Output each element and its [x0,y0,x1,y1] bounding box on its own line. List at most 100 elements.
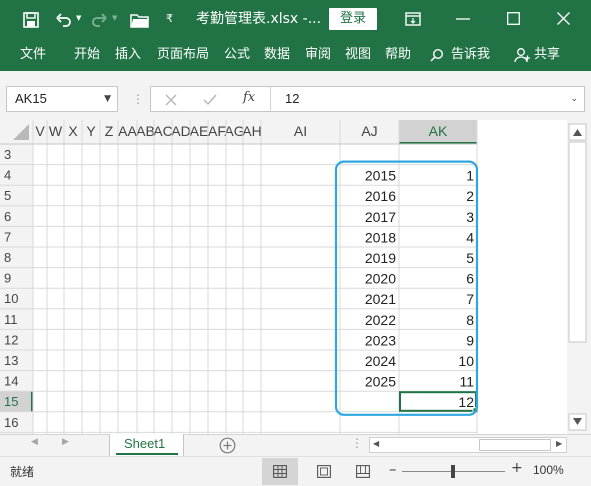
cell-ak6[interactable]: 3 [466,209,474,225]
row-header-16[interactable]: 16 [4,415,18,430]
tab-insert[interactable]: 插入 [115,39,141,71]
row-header-3[interactable]: 3 [4,147,11,162]
ribbon-display-options-icon[interactable] [405,12,421,26]
scroll-sheets-right-icon[interactable]: ▶ [62,437,69,447]
name-box[interactable]: AK15 ▼ [6,86,118,112]
login-button[interactable]: 登录 [329,8,377,30]
column-header-z[interactable]: Z [105,123,114,139]
share-user-icon[interactable] [514,47,530,63]
minimize-icon[interactable] [456,18,470,20]
tab-home[interactable]: 开始 [74,39,100,71]
cell-aj6[interactable]: 2017 [365,209,396,225]
tell-me-box[interactable]: 告诉我 [451,39,490,71]
column-header-ad[interactable]: AD [171,123,190,139]
row-header-9[interactable]: 9 [4,271,11,286]
cancel-entry-icon[interactable] [165,94,177,106]
row-header-6[interactable]: 6 [4,209,11,224]
sheet-tab-sheet1[interactable]: Sheet1 [109,434,184,456]
tab-formulas[interactable]: 公式 [224,39,250,71]
tab-help[interactable]: 帮助 [385,39,411,71]
cell-aj4[interactable]: 2015 [365,168,396,184]
column-header-ah[interactable]: AH [242,123,261,139]
column-header-ak[interactable]: AK [429,123,448,139]
column-header-w[interactable]: W [49,123,63,139]
row-header-13[interactable]: 13 [4,353,18,368]
column-header-ae[interactable]: AE [190,123,209,139]
formula-input[interactable]: 12 ⌄ [270,86,585,112]
undo-dropdown-icon[interactable]: ▼ [76,14,81,22]
column-header-ab[interactable]: AB [136,123,155,139]
cell-aj10[interactable]: 2021 [365,291,396,307]
cell-ak10[interactable]: 7 [466,291,474,307]
formula-bar-handle-icon[interactable]: ⋮ [132,92,144,106]
row-header-11[interactable]: 11 [4,312,18,327]
expand-formula-bar-icon[interactable]: ⌄ [570,87,578,111]
row-header-8[interactable]: 8 [4,250,11,265]
page-layout-view-icon[interactable] [317,465,331,478]
maximize-icon[interactable] [507,12,520,25]
cell-aj12[interactable]: 2023 [365,332,396,348]
row-header-14[interactable]: 14 [4,374,18,389]
horizontal-scrollbar[interactable]: ◀ ▶ [369,437,567,453]
cell-ak14[interactable]: 11 [459,374,474,390]
confirm-entry-icon[interactable] [203,94,217,106]
cell-aj13[interactable]: 2024 [365,353,396,369]
cell-aj11[interactable]: 2022 [365,312,396,328]
cell-ak8[interactable]: 5 [466,250,474,266]
cell-ak9[interactable]: 6 [466,271,474,287]
cell-ak12[interactable]: 9 [466,332,474,348]
row-header-5[interactable]: 5 [4,188,11,203]
cell-ak4[interactable]: 1 [466,168,474,184]
search-icon[interactable] [430,48,444,62]
tab-view[interactable]: 视图 [345,39,371,71]
undo-icon[interactable] [55,11,73,29]
scroll-sheets-left-icon[interactable]: ◀ [31,437,38,447]
page-break-preview-icon[interactable] [356,465,370,478]
zoom-level[interactable]: 100% [533,463,564,477]
save-icon[interactable] [22,11,40,29]
close-icon[interactable] [557,12,570,25]
cell-ak13[interactable]: 10 [458,353,474,369]
tab-file[interactable]: 文件 [20,39,46,71]
zoom-slider-thumb[interactable] [451,465,455,478]
open-folder-icon[interactable] [130,11,150,29]
worksheet-grid[interactable]: V W X Y Z AA AB AC AD AE AF AG AH AI AJ AK 3 4 5 6 7 8 9 10 11 12… [0,120,591,434]
cell-ak11[interactable]: 8 [466,312,474,328]
vertical-scroll-thumb[interactable] [568,141,587,343]
column-header-ai[interactable]: AI [294,123,307,139]
zoom-out-button[interactable]: – [389,460,397,478]
tab-split-handle-icon[interactable]: ⋮ [351,436,363,450]
cell-aj5[interactable]: 2016 [365,188,396,204]
share-button[interactable]: 共享 [534,39,560,71]
tab-review[interactable]: 审阅 [305,39,331,71]
cell-aj8[interactable]: 2019 [365,250,396,266]
column-header-y[interactable]: Y [86,123,96,139]
cell-ak5[interactable]: 2 [466,188,474,204]
horizontal-scroll-thumb[interactable] [479,439,551,451]
cell-aj7[interactable]: 2018 [365,229,396,245]
new-sheet-icon[interactable] [219,437,236,454]
row-header-12[interactable]: 12 [4,332,18,347]
row-header-15[interactable]: 15 [4,394,18,409]
cell-ak15[interactable]: 12 [458,394,474,410]
column-header-aa[interactable]: AA [118,123,137,139]
scroll-left-icon[interactable]: ◀ [373,439,379,448]
cell-aj9[interactable]: 2020 [365,271,396,287]
column-header-x[interactable]: X [68,123,78,139]
zoom-in-button[interactable]: + [511,460,523,476]
row-header-7[interactable]: 7 [4,229,11,244]
insert-function-icon[interactable]: fx [243,90,255,105]
name-box-dropdown-icon[interactable]: ▼ [104,87,111,111]
scroll-right-icon[interactable]: ▶ [556,439,562,448]
tab-page-layout[interactable]: 页面布局 [157,39,209,71]
column-header-v[interactable]: V [35,123,45,139]
cell-aj14[interactable]: 2025 [365,374,396,390]
tab-data[interactable]: 数据 [264,39,290,71]
column-header-ac[interactable]: AC [153,123,172,139]
column-header-af[interactable]: AF [208,123,226,139]
row-header-4[interactable]: 4 [4,168,11,183]
column-header-aj[interactable]: AJ [361,123,377,139]
cell-ak7[interactable]: 4 [466,229,474,245]
customize-quick-access-icon[interactable]: ₹ [166,12,173,25]
row-header-10[interactable]: 10 [4,291,18,306]
